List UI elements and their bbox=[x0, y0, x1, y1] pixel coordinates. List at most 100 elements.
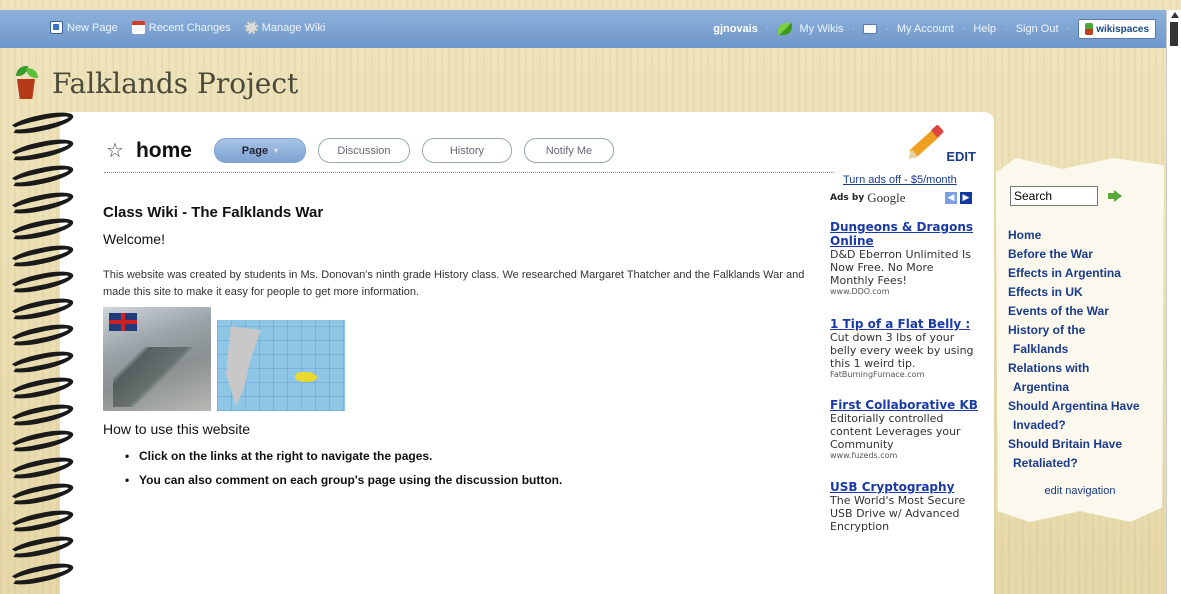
separator: · bbox=[961, 23, 966, 35]
manage-wiki-label: Manage Wiki bbox=[261, 21, 326, 34]
nav-item-should-argentina-have-invaded[interactable]: Should Argentina Have Invaded? bbox=[1008, 397, 1164, 435]
ads-column: Turn ads off - $5/month Ads by Google ◀ … bbox=[830, 174, 978, 533]
my-wikis-icon bbox=[777, 23, 792, 35]
chevron-down-icon: ▾ bbox=[274, 146, 279, 155]
nav-item-history-of-the-falklands[interactable]: History of the Falklands bbox=[1008, 321, 1164, 359]
help-link[interactable]: Help bbox=[973, 23, 996, 35]
spiral-ring bbox=[7, 532, 75, 562]
ad-item[interactable]: 1 Tip of a Flat Belly : Cut down 3 lbs o… bbox=[830, 317, 978, 379]
my-wikis-link[interactable]: My Wikis bbox=[800, 23, 844, 35]
nav-item-label: Effects in Argentina bbox=[1008, 266, 1121, 280]
nav-item-should-britain-have-retaliated[interactable]: Should Britain Have Retaliated? bbox=[1008, 435, 1164, 473]
nav-item-label-cont: Argentina bbox=[1013, 380, 1070, 394]
soldiers-with-flag-image bbox=[103, 307, 211, 411]
scroll-up-icon[interactable] bbox=[1171, 12, 1179, 18]
howto-list: Click on the links at the right to navig… bbox=[103, 449, 823, 487]
nav-item-effects-in-uk[interactable]: Effects in UK bbox=[1008, 283, 1164, 302]
spiral-ring bbox=[7, 426, 75, 456]
ads-prev-icon[interactable]: ◀ bbox=[945, 192, 957, 204]
ad-title[interactable]: 1 Tip of a Flat Belly : bbox=[830, 317, 978, 331]
recent-changes-link[interactable]: Recent Changes bbox=[131, 21, 231, 34]
spiral-ring bbox=[7, 134, 75, 165]
article-body: Class Wiki - The Falklands War Welcome! … bbox=[103, 204, 823, 497]
falklands-map-image bbox=[217, 320, 345, 411]
list-item: Click on the links at the right to navig… bbox=[125, 449, 823, 463]
nav-item-events-of-the-war[interactable]: Events of the War bbox=[1008, 302, 1164, 321]
ad-item[interactable]: Dungeons & Dragons Online D&D Eberron Un… bbox=[830, 220, 978, 296]
separator: · bbox=[851, 23, 856, 35]
spiral-ring bbox=[7, 293, 75, 324]
separator: · bbox=[765, 23, 770, 35]
separator: · bbox=[1004, 23, 1008, 35]
edit-navigation-link[interactable]: edit navigation bbox=[996, 485, 1164, 497]
search-go-icon[interactable] bbox=[1108, 190, 1122, 202]
spiral-ring bbox=[7, 214, 75, 244]
spiral-ring bbox=[7, 558, 75, 589]
separator: · bbox=[885, 23, 889, 35]
ad-title[interactable]: Dungeons & Dragons Online bbox=[830, 220, 978, 248]
ad-body: Cut down 3 lbs of your belly every week … bbox=[830, 331, 974, 370]
header-divider bbox=[104, 172, 834, 173]
spiral-ring bbox=[7, 452, 75, 483]
edit-button[interactable]: EDIT bbox=[904, 124, 976, 164]
new-page-icon bbox=[50, 21, 63, 34]
nav-item-label: Before the War bbox=[1008, 247, 1093, 261]
nav-item-label: Events of the War bbox=[1008, 304, 1109, 318]
manage-wiki-link[interactable]: Manage Wiki bbox=[244, 21, 326, 34]
wikispaces-logo-link[interactable]: wikispaces bbox=[1078, 19, 1156, 39]
new-page-label: New Page bbox=[67, 21, 118, 34]
ad-item[interactable]: First Collaborative KB Editorially contr… bbox=[830, 398, 978, 460]
top-bar: New Page Recent Changes Manage Wiki gjno… bbox=[0, 10, 1166, 48]
spiral-ring bbox=[7, 399, 75, 430]
search-input[interactable] bbox=[1010, 186, 1098, 206]
nav-item-label-cont: Retaliated? bbox=[1013, 456, 1078, 470]
nav-item-label: Relations with bbox=[1008, 361, 1090, 375]
mail-icon[interactable] bbox=[863, 24, 878, 34]
recent-changes-label: Recent Changes bbox=[148, 21, 231, 34]
nav-item-label-cont: Falklands bbox=[1013, 342, 1069, 356]
star-icon[interactable]: ☆ bbox=[106, 138, 124, 163]
image-row bbox=[103, 307, 823, 411]
tab-notify-me[interactable]: Notify Me bbox=[523, 138, 614, 163]
pencil-icon bbox=[904, 124, 945, 164]
tab-discussion[interactable]: Discussion bbox=[317, 138, 410, 163]
site-header: Falklands Project bbox=[12, 66, 298, 100]
scrollbar-thumb[interactable] bbox=[1170, 22, 1178, 46]
tab-notify-me-label: Notify Me bbox=[545, 144, 593, 157]
sign-out-link[interactable]: Sign Out bbox=[1016, 23, 1059, 35]
tab-history[interactable]: History bbox=[421, 138, 512, 163]
nav-item-effects-in-argentina[interactable]: Effects in Argentina bbox=[1008, 264, 1164, 283]
new-page-link[interactable]: New Page bbox=[50, 21, 118, 34]
ad-url: www.DDO.com bbox=[830, 287, 890, 296]
ad-title[interactable]: USB Cryptography bbox=[830, 480, 978, 494]
spiral-ring bbox=[7, 346, 75, 377]
tab-page[interactable]: Page ▾ bbox=[213, 138, 306, 163]
spiral-ring bbox=[7, 187, 75, 218]
username-link[interactable]: gjnovais bbox=[713, 23, 758, 35]
edit-label: EDIT bbox=[946, 149, 976, 164]
my-account-link[interactable]: My Account bbox=[897, 23, 954, 35]
ad-title[interactable]: First Collaborative KB bbox=[830, 398, 978, 412]
ad-item[interactable]: USB Cryptography The World's Most Secure… bbox=[830, 480, 978, 533]
spiral-ring bbox=[7, 240, 75, 271]
nav-item-label: Home bbox=[1008, 228, 1042, 242]
spiral-ring bbox=[7, 161, 75, 191]
vertical-scrollbar[interactable] bbox=[1166, 10, 1181, 594]
google-logo[interactable]: Google bbox=[867, 190, 905, 206]
ads-navigation: ◀ ▶ bbox=[945, 192, 972, 204]
nav-item-before-the-war[interactable]: Before the War bbox=[1008, 245, 1164, 264]
nav-item-label: History of the bbox=[1008, 323, 1086, 337]
spiral-binding bbox=[0, 108, 80, 594]
turn-ads-off-link[interactable]: Turn ads off - $5/month bbox=[843, 174, 978, 186]
ad-url: www.fuzeds.com bbox=[830, 451, 898, 460]
ads-next-icon[interactable]: ▶ bbox=[960, 192, 972, 204]
gear-icon bbox=[244, 21, 258, 34]
site-title[interactable]: Falklands Project bbox=[52, 67, 298, 100]
nav-item-relations-with-argentina[interactable]: Relations with Argentina bbox=[1008, 359, 1164, 397]
ads-by-label: Ads by bbox=[830, 193, 865, 203]
nav-item-home[interactable]: Home bbox=[1008, 226, 1164, 245]
welcome-heading: Welcome! bbox=[103, 231, 165, 247]
page-title: home bbox=[135, 138, 192, 162]
article-heading: Class Wiki - The Falklands War bbox=[103, 204, 324, 221]
nav-item-label: Should Britain Have bbox=[1008, 437, 1123, 451]
